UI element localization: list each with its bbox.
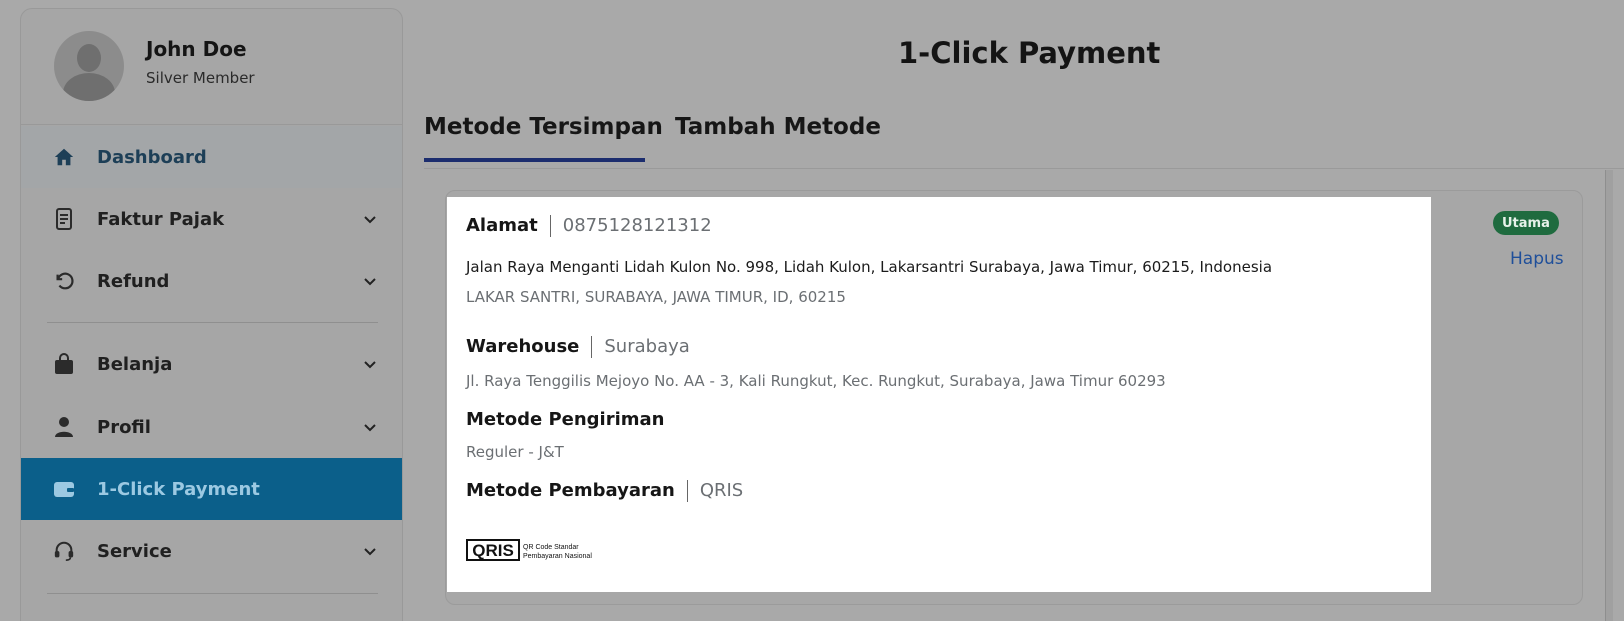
chevron-down-icon[interactable] [362, 356, 378, 372]
warehouse-label: Warehouse [466, 336, 580, 357]
payment-label: Metode Pembayaran [466, 480, 675, 501]
sidebar-item-label: 1-Click Payment [97, 478, 260, 500]
qris-brand: QRIS [472, 541, 514, 560]
sidebar-item-faktur-pajak[interactable]: Faktur Pajak [21, 188, 402, 250]
chevron-down-icon[interactable] [362, 419, 378, 435]
primary-badge: Utama [1493, 211, 1559, 235]
chevron-down-icon[interactable] [362, 543, 378, 559]
address-line1: Jalan Raya Menganti Lidah Kulon No. 998,… [466, 258, 1273, 276]
sidebar-item-1-click-payment[interactable]: 1-Click Payment [21, 458, 402, 520]
profile-name: John Doe [146, 37, 247, 61]
profile-tier: Silver Member [146, 69, 255, 87]
home-icon [53, 146, 75, 168]
address-header: Alamat 0875128121312 [466, 215, 712, 237]
refund-icon [53, 270, 75, 292]
address-line2: LAKAR SANTRI, SURABAYA, JAWA TIMUR, ID, … [466, 288, 846, 306]
sidebar-divider [47, 322, 378, 323]
shipping-label: Metode Pengiriman [466, 409, 665, 430]
sidebar-item-service[interactable]: Service [21, 520, 402, 582]
sidebar-item-profil[interactable]: Profil [21, 396, 402, 458]
tab-metode-tersimpan[interactable]: Metode Tersimpan [424, 114, 663, 140]
sidebar-item-belanja[interactable]: Belanja [21, 333, 402, 395]
active-tab-indicator [424, 158, 645, 162]
scrollbar[interactable] [1605, 170, 1613, 621]
warehouse-address: Jl. Raya Tenggilis Mejoyo No. AA - 3, Ka… [466, 372, 1166, 390]
delete-link[interactable]: Hapus [1510, 249, 1564, 269]
page-title: 1-Click Payment [898, 36, 1161, 70]
sidebar-item-label: Refund [97, 270, 170, 292]
sidebar-item-refund[interactable]: Refund [21, 250, 402, 312]
sidebar-item-label: Belanja [97, 353, 173, 375]
chevron-down-icon[interactable] [362, 273, 378, 289]
avatar[interactable] [54, 31, 124, 101]
sidebar-item-label: Dashboard [97, 146, 207, 168]
sidebar: John Doe Silver Member Dashboard Faktur … [20, 8, 403, 621]
shopping-bag-icon [53, 353, 75, 375]
qris-tagline1: QR Code Standar [523, 544, 579, 551]
document-icon [53, 208, 75, 230]
payment-value: QRIS [699, 480, 744, 501]
tab-tambah-metode[interactable]: Tambah Metode [675, 114, 881, 140]
profile-section: John Doe Silver Member [21, 9, 402, 125]
chevron-down-icon[interactable] [362, 211, 378, 227]
saved-method-card[interactable]: Alamat 0875128121312 Jalan Raya Menganti … [447, 197, 1431, 592]
qris-tagline2: Pembayaran Nasional [523, 553, 592, 560]
address-label: Alamat [466, 215, 538, 236]
warehouse-city: Surabaya [604, 336, 690, 357]
warehouse-header: Warehouse Surabaya [466, 336, 690, 358]
wallet-icon [53, 478, 75, 500]
payment-header: Metode Pembayaran QRIS [466, 480, 743, 502]
qris-logo-icon: QRIS QR Code Standar Pembayaran Nasional [466, 537, 596, 563]
user-icon [53, 416, 75, 438]
tabs-divider [424, 168, 1624, 169]
sidebar-item-label: Faktur Pajak [97, 208, 225, 230]
headset-icon [53, 540, 75, 562]
sidebar-item-label: Profil [97, 416, 151, 438]
address-phone: 0875128121312 [562, 215, 712, 236]
sidebar-item-dashboard[interactable]: Dashboard [21, 126, 402, 188]
sidebar-divider [47, 593, 378, 594]
shipping-value: Reguler - J&T [466, 443, 564, 461]
sidebar-item-label: Service [97, 540, 172, 562]
